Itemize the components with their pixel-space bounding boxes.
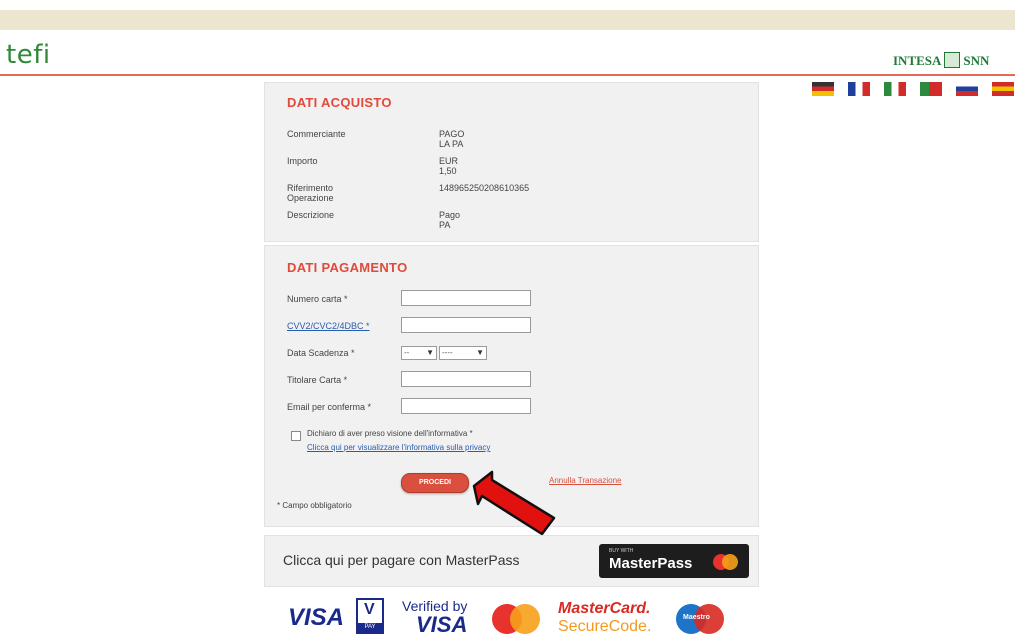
verified-by-visa-logo: VISA	[416, 612, 468, 637]
proceed-button[interactable]: PROCEDI	[401, 473, 469, 493]
mastercard-circle-icon	[722, 554, 738, 570]
top-band	[0, 10, 1015, 30]
expiry-month-select[interactable]: -- ▼	[401, 346, 437, 360]
chevron-down-icon: ▼	[476, 348, 484, 357]
card-holder-input[interactable]	[401, 371, 531, 387]
email-input[interactable]	[401, 398, 531, 414]
card-number-input[interactable]	[401, 290, 531, 306]
purchase-section-title: DATI ACQUISTO	[287, 95, 392, 110]
masterpass-bar[interactable]: Clicca qui per pagare con MasterPass BUY…	[264, 535, 759, 587]
required-field-note: * Campo obbligatorio	[277, 501, 352, 510]
amount-label: Importo	[287, 156, 318, 166]
merchant-value: PAGO LA PA	[439, 129, 465, 149]
masterpass-buy-with: BUY WITH	[609, 548, 634, 554]
maestro-logo-text: Maestro	[683, 614, 710, 621]
pointer-arrow-icon	[472, 470, 556, 536]
bank-logo-text-b: SNN	[963, 53, 990, 68]
vpay-logo: V PAY	[356, 598, 384, 634]
mastercard-circle-icon	[510, 604, 540, 634]
vpay-pay: PAY	[358, 623, 382, 632]
masterpass-button[interactable]: BUY WITH MasterPass	[599, 544, 749, 578]
reference-label: Riferimento Operazione	[287, 183, 334, 203]
bank-logo-mark-icon	[944, 52, 961, 68]
expiry-label: Data Scadenza *	[287, 348, 355, 358]
flag-fr-icon[interactable]	[848, 82, 870, 96]
bank-logo-text-a: INTESA	[893, 53, 942, 68]
card-holder-label: Titolare Carta *	[287, 375, 348, 385]
privacy-consent-label: Dichiaro di aver preso visione dell'info…	[307, 429, 473, 438]
securecode-logo-text: SecureCode.	[558, 618, 652, 635]
masterpass-prompt[interactable]: Clicca qui per pagare con MasterPass	[283, 552, 520, 568]
expiry-year-value: ----	[442, 348, 453, 357]
amount-value: EUR 1,50	[439, 156, 459, 176]
flag-pt-icon[interactable]	[920, 82, 942, 96]
flag-ru-icon[interactable]	[956, 82, 978, 96]
description-label: Descrizione	[287, 210, 335, 220]
chevron-down-icon: ▼	[426, 348, 434, 357]
flag-es-icon[interactable]	[992, 82, 1014, 96]
header-divider	[0, 74, 1015, 76]
reference-value: 148965250208610365	[439, 183, 530, 193]
merchant-label: Commerciante	[287, 129, 346, 139]
privacy-policy-link[interactable]: Clicca qui per visualizzare l'informativ…	[307, 443, 490, 452]
flag-it-icon[interactable]	[884, 82, 906, 96]
payment-section-title: DATI PAGAMENTO	[287, 260, 408, 275]
card-logos: VISA V PAY Verified by VISA MasterCard. …	[288, 598, 748, 638]
expiry-month-value: --	[404, 348, 410, 357]
brand-logo: tefi	[6, 40, 51, 70]
email-label: Email per conferma *	[287, 402, 372, 412]
language-flags	[812, 82, 1014, 96]
cvv-input[interactable]	[401, 317, 531, 333]
vpay-v: V	[364, 601, 375, 618]
bank-logo: INTESA SNN	[893, 52, 989, 69]
expiry-year-select[interactable]: ---- ▼	[439, 346, 487, 360]
purchase-data-panel: DATI ACQUISTO Commerciante PAGO LA PA Im…	[264, 82, 759, 242]
cvv-help-link[interactable]: CVV2/CVC2/4DBC *	[287, 321, 370, 331]
description-value: Pago PA	[439, 210, 461, 230]
masterpass-button-label: MasterPass	[609, 555, 693, 572]
mastercard-logo-text: MasterCard.	[558, 600, 651, 617]
visa-logo: VISA	[288, 604, 345, 631]
flag-de-icon[interactable]	[812, 82, 834, 96]
card-number-label: Numero carta *	[287, 294, 348, 304]
privacy-consent-checkbox[interactable]	[291, 431, 301, 441]
